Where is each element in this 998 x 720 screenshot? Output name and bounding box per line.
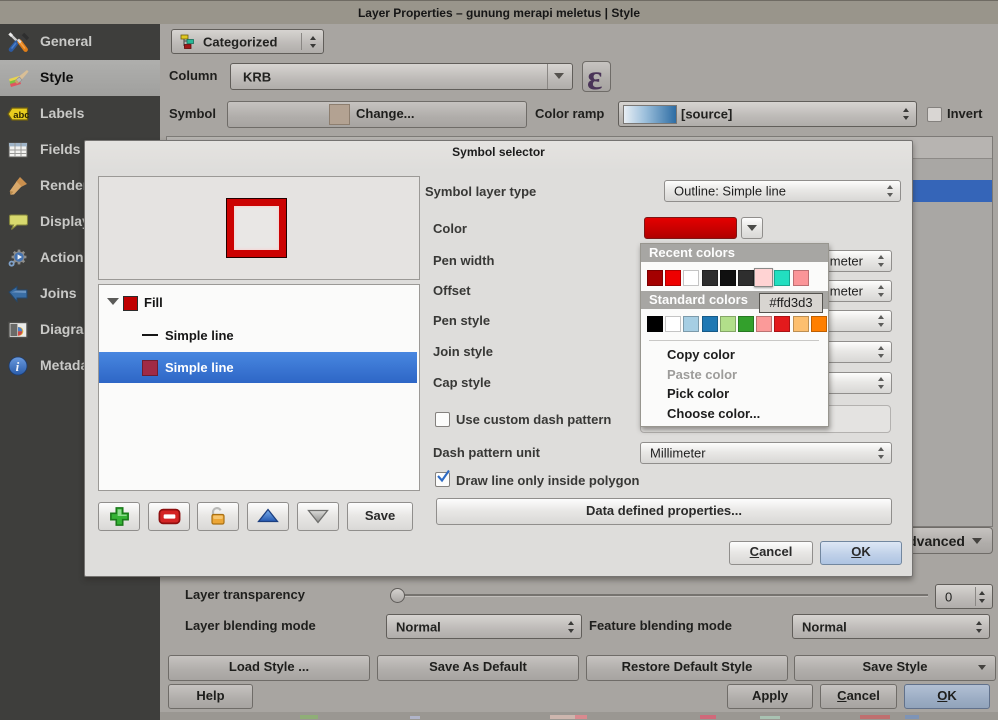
svg-text:abc: abc: [13, 110, 29, 121]
svg-text:i: i: [16, 359, 20, 374]
